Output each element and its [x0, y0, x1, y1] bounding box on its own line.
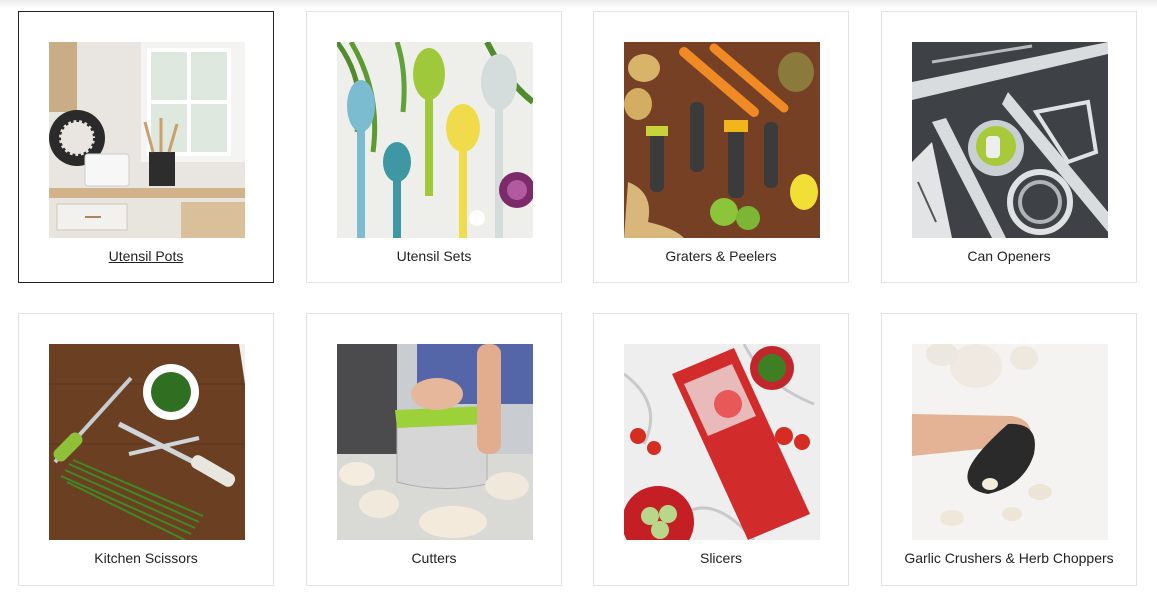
category-label: Can Openers: [967, 248, 1051, 264]
top-shadow: [0, 0, 1157, 8]
utensil-sets-photo: [337, 42, 533, 238]
category-label: Utensil Pots: [108, 248, 184, 264]
category-label: Utensil Sets: [396, 248, 472, 264]
category-card-utensil-pots[interactable]: Utensil Pots: [18, 11, 274, 283]
category-card-cutters[interactable]: Cutters: [306, 313, 562, 586]
slicers-photo: [624, 344, 820, 540]
can-openers-photo: [912, 42, 1108, 238]
cutters-photo: [337, 344, 533, 540]
category-card-utensil-sets[interactable]: Utensil Sets: [306, 11, 562, 283]
category-label: Kitchen Scissors: [94, 550, 198, 566]
utensil-pots-photo: [49, 42, 245, 238]
category-card-kitchen-scissors[interactable]: Kitchen Scissors: [18, 313, 274, 586]
garlic-crushers-photo: [912, 344, 1108, 540]
graters-peelers-photo: [624, 42, 820, 238]
category-label: Cutters: [411, 550, 457, 566]
category-card-can-openers[interactable]: Can Openers: [881, 11, 1137, 283]
category-label: Slicers: [699, 550, 742, 566]
category-card-graters-peelers[interactable]: Graters & Peelers: [593, 11, 849, 283]
category-label: Garlic Crushers & Herb Choppers: [904, 550, 1114, 566]
category-card-slicers[interactable]: Slicers: [593, 313, 849, 586]
kitchen-scissors-photo: [49, 344, 245, 540]
category-label: Graters & Peelers: [665, 248, 777, 264]
category-card-garlic-crushers[interactable]: Garlic Crushers & Herb Choppers: [881, 313, 1137, 586]
